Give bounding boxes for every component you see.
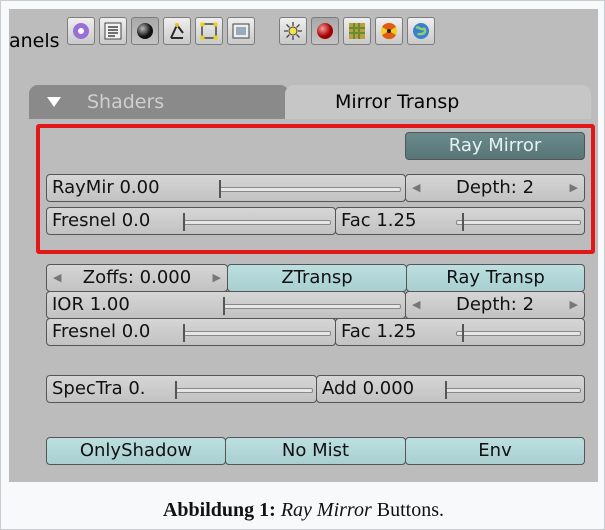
onlyshadow-toggle[interactable]: OnlyShadow (46, 437, 226, 465)
increment-arrow-icon[interactable]: ▶ (570, 292, 578, 318)
ray-transp-toggle[interactable]: Ray Transp (406, 264, 585, 292)
add-slider[interactable]: Add 0.000 (316, 375, 585, 403)
tab-mirror-transp[interactable]: Mirror Transp (285, 85, 591, 119)
radiosity-icon[interactable] (375, 17, 403, 45)
increment-arrow-icon[interactable]: ▶ (213, 265, 221, 291)
lamp-icon[interactable] (279, 17, 307, 45)
blender-panel: anels Shaders Mirror Transp Ray Mirror R… (9, 9, 598, 482)
spectra-slider-knob[interactable] (175, 381, 177, 399)
texture-icon[interactable] (343, 17, 371, 45)
ray-transp-depth-field[interactable]: ◀ Depth: 2 ▶ (405, 291, 585, 319)
fac-slider-knob[interactable] (462, 324, 464, 342)
world-icon[interactable] (407, 17, 435, 45)
transp-fresnel-slider[interactable]: Fresnel 0.0 (46, 318, 336, 346)
scene-icon[interactable] (227, 17, 255, 45)
figure-frame: anels Shaders Mirror Transp Ray Mirror R… (0, 0, 605, 530)
collapse-triangle-icon[interactable] (47, 97, 61, 107)
logic-icon[interactable] (67, 17, 95, 45)
material-icon[interactable] (311, 17, 339, 45)
env-toggle[interactable]: Env (405, 437, 585, 465)
shading-icon[interactable] (131, 17, 159, 45)
ztransp-toggle[interactable]: ZTransp (227, 264, 407, 292)
zoffs-field[interactable]: ◀ Zoffs: 0.000 ▶ (46, 264, 228, 292)
panels-label: anels (9, 30, 60, 52)
no-mist-toggle[interactable]: No Mist (225, 437, 406, 465)
figure-caption: Abbildung 1: Ray Mirror Buttons. (162, 499, 444, 521)
transp-fac-slider[interactable]: Fac 1.25 (335, 318, 585, 346)
editing-icon[interactable] (195, 17, 223, 45)
tab-shaders[interactable]: Shaders (29, 85, 289, 119)
ior-slider[interactable]: IOR 1.00 (46, 291, 406, 319)
ray-mirror-highlight-box (36, 124, 595, 254)
spectra-slider[interactable]: SpecTra 0. (46, 375, 317, 403)
script-icon[interactable] (99, 17, 127, 45)
ior-slider-knob[interactable] (223, 297, 225, 315)
fresnel-slider-knob[interactable] (183, 324, 185, 342)
add-slider-knob[interactable] (445, 381, 447, 399)
object-icon[interactable] (163, 17, 191, 45)
